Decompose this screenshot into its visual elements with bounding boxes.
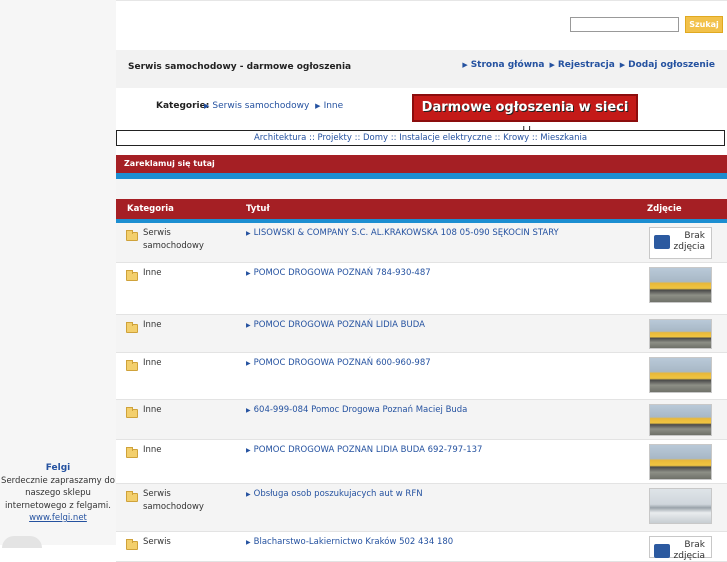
table-row[interactable]: Inne ▶ POMOC DROGOWA POZNAŃ 784-930-487 [116,263,727,315]
row-title-text[interactable]: POMOC DROGOWA POZNAŃ 600-960-987 [254,358,431,368]
search-input[interactable] [570,17,679,32]
ad-text: Serdecznie zapraszamy do naszego sklepu … [1,475,115,511]
nav-add-ad[interactable]: Dodaj ogłoszenie [628,60,715,70]
table-row[interactable]: Inne ▶ POMOC DROGOWA POZNAŃ 600-960-987 [116,353,727,400]
row-title-link[interactable]: ▶ POMOC DROGOWA POZNAŃ 600-960-987 [246,358,626,368]
table-row[interactable]: Inne ▶ POMOC DROGOWA POZNAŃ LIDIA BUDA [116,315,727,353]
row-category[interactable]: Inne [143,267,223,280]
row-category[interactable]: Inne [143,444,223,457]
camera-icon [654,544,670,558]
tow-truck-photo[interactable] [649,267,712,303]
left-sidebar: Felgi Serdecznie zapraszamy do naszego s… [0,0,116,548]
row-title-link[interactable]: ▶ POMOC DROGOWA POZNAN LIDIA BUDA 692-797… [246,445,626,455]
folder-icon [126,322,138,333]
arrow-icon: ▶ [462,61,468,69]
breadcrumb-serwis[interactable]: Serwis samochodowy [212,101,309,111]
arrow-icon: ▶ [246,360,251,367]
arrow-icon: ▶ [246,447,251,454]
row-title-text[interactable]: POMOC DROGOWA POZNAN LIDIA BUDA 692-797-… [254,445,483,455]
nav-home[interactable]: Strona główna [471,60,545,70]
arrow-icon: ▶ [246,322,251,329]
row-category[interactable]: Serwis samochodowy [143,227,223,252]
arrow-icon: ▶ [246,230,251,237]
row-category[interactable]: Inne [143,404,223,417]
row-title-text[interactable]: Blacharstwo-Lakiernictwo Kraków 502 434 … [254,537,454,547]
advertise-strip[interactable]: Zareklamuj się tutaj [116,155,727,173]
table-row[interactable]: Serwis ▶ Blacharstwo-Lakiernictwo Kraków 5… [116,532,727,562]
promo-banner[interactable]: Darmowe ogłoszenia w sieci !! [412,94,638,139]
search-bar: Szukaj [116,0,727,50]
arrow-icon: ▶ [549,61,555,69]
breadcrumb-inne[interactable]: Inne [324,101,344,111]
header-category: Kategoria [127,204,174,214]
arrow-icon: ▶ [246,270,251,277]
top-nav: ▶ Strona główna ▶ Rejestracja ▶ Dodaj ogłos… [462,60,715,70]
row-title-link[interactable]: ▶ LISOWSKI & COMPANY S.C. AL.KRAKOWSKA 10… [246,228,626,238]
folder-icon [126,407,138,418]
car-graphic [2,536,42,548]
folder-icon [126,539,138,550]
felgi-ad: Felgi Serdecznie zapraszamy do naszego s… [0,462,116,525]
tow-truck-photo[interactable] [649,404,712,436]
row-title-text[interactable]: POMOC DROGOWA POZNAŃ LIDIA BUDA [254,320,425,330]
row-title-text[interactable]: POMOC DROGOWA POZNAŃ 784-930-487 [254,268,431,278]
table-row[interactable]: Inne ▶ POMOC DROGOWA POZNAN LIDIA BUDA 692… [116,440,727,484]
car-photo[interactable] [649,488,712,524]
ad-link[interactable]: www.felgi.net [29,513,87,523]
row-category[interactable]: Serwis [143,536,223,549]
breadcrumb: ▶ Serwis samochodowy ▶ Inne [204,101,343,111]
row-title-link[interactable]: ▶ POMOC DROGOWA POZNAŃ 784-930-487 [246,268,626,278]
table-row[interactable]: Serwis samochodowy ▶ Obsługa osob poszukuj… [116,484,727,532]
spacer [116,179,727,199]
title-bar: Serwis samochodowy - darmowe ogłoszenia … [116,50,727,88]
row-category[interactable]: Inne [143,357,223,370]
header-photo: Zdjęcie [647,204,682,214]
no-photo-placeholder[interactable]: Brak zdjęcia [649,536,712,561]
row-title-text[interactable]: Obsługa osob poszukujacych aut w RFN [254,489,423,499]
main-content: Szukaj Serwis samochodowy - darmowe ogło… [116,0,727,562]
folder-icon [126,447,138,458]
row-title-text[interactable]: 604-999-084 Pomoc Drogowa Poznań Maciej … [254,405,468,415]
folder-icon [126,360,138,371]
arrow-icon: ▶ [246,407,251,414]
table-row[interactable]: Inne ▶ 604-999-084 Pomoc Drogowa Poznań Ma… [116,400,727,440]
row-category[interactable]: Serwis samochodowy [143,488,223,513]
camera-icon [654,235,670,249]
arrow-icon: ▶ [315,102,321,110]
table-row[interactable]: Serwis samochodowy ▶ LISOWSKI & COMPANY S.… [116,223,727,263]
nav-register[interactable]: Rejestracja [558,60,615,70]
header-title: Tytuł [246,204,270,214]
folder-icon [126,491,138,502]
categories-label: Kategorie: [156,101,210,111]
arrow-icon: ▶ [246,491,251,498]
tow-truck-photo[interactable] [649,444,712,480]
row-title-link[interactable]: ▶ Obsługa osob poszukujacych aut w RFN [246,489,626,499]
arrow-icon: ▶ [619,61,626,69]
ad-title[interactable]: Felgi [0,462,116,475]
row-title-text[interactable]: LISOWSKI & COMPANY S.C. AL.KRAKOWSKA 108… [254,228,559,238]
folder-icon [126,270,138,281]
arrow-icon: ▶ [204,102,210,110]
folder-icon [126,230,138,241]
tow-truck-photo[interactable] [649,319,712,349]
tow-truck-photo[interactable] [649,357,712,393]
category-bar: Kategorie: ▶ Serwis samochodowy ▶ Inne Dar… [116,88,727,139]
table-header: Kategoria Tytuł Zdjęcie [116,199,727,219]
row-title-link[interactable]: ▶ POMOC DROGOWA POZNAŃ LIDIA BUDA [246,320,626,330]
search-button[interactable]: Szukaj [685,16,723,33]
row-category[interactable]: Inne [143,319,223,332]
no-photo-placeholder[interactable]: Brak zdjęcia [649,227,712,259]
row-title-link[interactable]: ▶ Blacharstwo-Lakiernictwo Kraków 502 434… [246,537,626,547]
links-bar[interactable]: Architektura :: Projekty :: Domy :: Inst… [116,130,725,146]
row-title-link[interactable]: ▶ 604-999-084 Pomoc Drogowa Poznań Maciej… [246,405,626,415]
site-title: Serwis samochodowy - darmowe ogłoszenia [128,62,352,72]
